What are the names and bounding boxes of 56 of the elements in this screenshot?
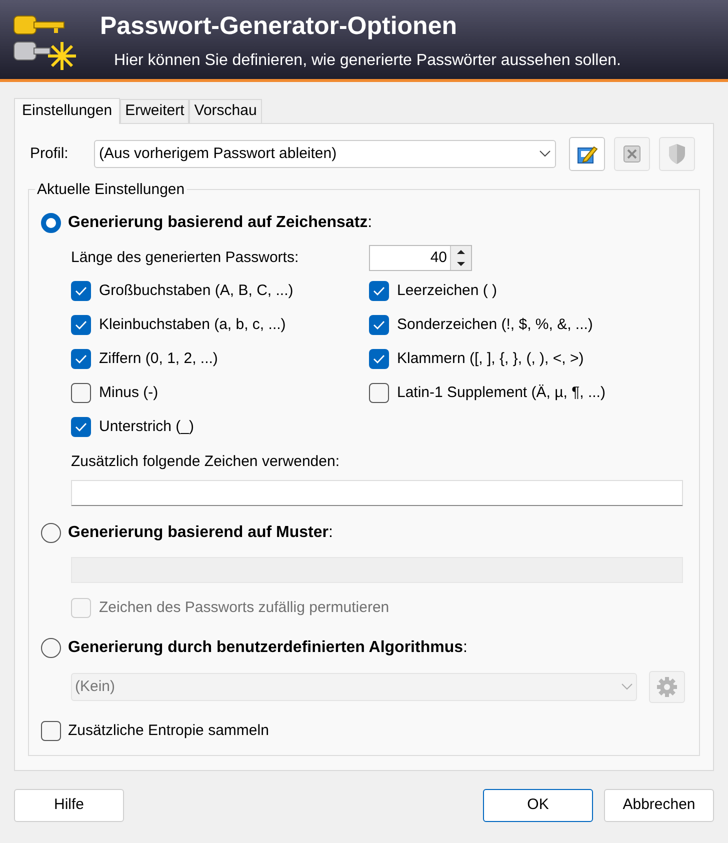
dialog-title: Passwort-Generator-Optionen bbox=[100, 11, 458, 42]
checkbox-label: Latin-1 Supplement (Ä, µ, ¶, ...) bbox=[397, 382, 606, 403]
chevron-down-icon bbox=[539, 150, 551, 158]
checkbox[interactable] bbox=[369, 315, 389, 335]
radio-button[interactable] bbox=[41, 522, 61, 542]
delete-icon bbox=[623, 145, 641, 163]
extra-chars-field[interactable] bbox=[71, 480, 683, 506]
checkbox-label: Unterstrich (_) bbox=[99, 416, 194, 437]
checkbox-label: Zeichen des Passworts zufällig permutieren bbox=[99, 598, 390, 618]
radio-button[interactable] bbox=[41, 638, 61, 658]
tab[interactable]: Einstellungen bbox=[14, 98, 120, 124]
checkbox[interactable] bbox=[71, 349, 91, 369]
checkbox-label: Klammern ([, ], {, }, (, ), <, >) bbox=[397, 348, 584, 369]
checkbox-label: Leerzeichen ( ) bbox=[397, 280, 498, 301]
delete-profile-button[interactable] bbox=[614, 137, 650, 171]
chevron-down-icon bbox=[621, 683, 633, 691]
tab[interactable]: Vorschau bbox=[189, 99, 262, 123]
edit-profile-button[interactable] bbox=[569, 137, 605, 171]
checkbox[interactable] bbox=[41, 721, 61, 742]
checkmark-icon bbox=[373, 286, 385, 296]
radio-label: Generierung basierend auf Muster: bbox=[68, 522, 333, 542]
checkbox[interactable] bbox=[369, 383, 389, 403]
checkbox-label: Zusätzliche Entropie sammeln bbox=[68, 721, 269, 741]
checkbox[interactable] bbox=[369, 349, 389, 369]
checkmark-icon bbox=[75, 286, 87, 296]
ok-button[interactable]: OK bbox=[483, 789, 593, 822]
checkbox[interactable] bbox=[71, 281, 91, 301]
length-label: Länge des generierten Passworts: bbox=[71, 248, 300, 268]
help-button[interactable]: Hilfe bbox=[14, 789, 124, 822]
checkbox-label: Kleinbuchstaben (a, b, c, ...) bbox=[99, 314, 286, 335]
checkbox-label: Ziffern (0, 1, 2, ...) bbox=[99, 348, 218, 369]
profile-label: Profil: bbox=[30, 144, 70, 164]
checkbox[interactable] bbox=[71, 315, 91, 335]
shield-icon bbox=[667, 143, 687, 165]
checkmark-icon bbox=[75, 354, 87, 364]
algorithm-dropdown[interactable]: (Kein) bbox=[71, 673, 637, 701]
radio-button[interactable] bbox=[41, 213, 61, 233]
length-spinner[interactable]: 40 bbox=[369, 245, 472, 271]
checkbox-label: Großbuchstaben (A, B, C, ...) bbox=[99, 280, 294, 301]
gear-icon bbox=[656, 676, 678, 698]
checkbox-label: Sonderzeichen (!, $, %, &, ...) bbox=[397, 314, 593, 335]
radio-label: Generierung basierend auf Zeichensatz: bbox=[68, 213, 372, 233]
checkmark-icon bbox=[75, 422, 87, 432]
radio-label: Generierung durch benutzerdefinierten Algorithmus: bbox=[68, 638, 468, 658]
checkbox[interactable] bbox=[369, 281, 389, 301]
extra-chars-label: Zusätzlich folgende Zeichen verwenden: bbox=[71, 452, 340, 472]
dialog-subtitle: Hier können Sie definieren, wie generierte Passwörter aussehen sollen. bbox=[114, 50, 621, 70]
checkmark-icon bbox=[373, 354, 385, 364]
checkbox-label: Minus (-) bbox=[99, 382, 158, 403]
checkmark-icon bbox=[75, 320, 87, 330]
cancel-button[interactable]: Abbrechen bbox=[604, 789, 714, 822]
checkbox[interactable] bbox=[71, 417, 91, 437]
tab[interactable]: Erweitert bbox=[120, 99, 190, 123]
checkbox[interactable] bbox=[71, 383, 91, 403]
profile-dropdown[interactable]: (Aus vorherigem Passwort ableiten) bbox=[94, 140, 556, 168]
checkmark-icon bbox=[373, 320, 385, 330]
